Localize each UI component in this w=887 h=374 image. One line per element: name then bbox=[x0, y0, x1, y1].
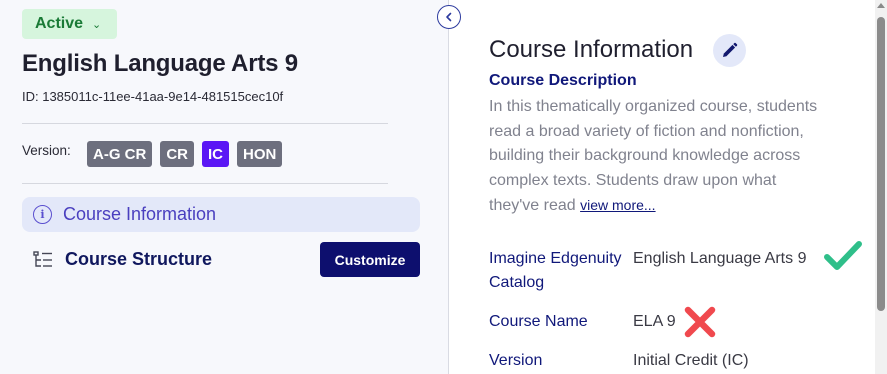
course-title: English Language Arts 9 bbox=[22, 50, 298, 77]
divider bbox=[22, 183, 388, 184]
field-label-course-name: Course Name bbox=[489, 313, 588, 330]
field-label-version: Version bbox=[489, 352, 543, 369]
field-label-catalog: Imagine Edgenuity Catalog bbox=[489, 250, 622, 291]
customize-button[interactable]: Customize bbox=[320, 242, 420, 277]
left-panel: Active ⌄ English Language Arts 9 ID: 138… bbox=[0, 0, 449, 374]
version-badge-cr[interactable]: CR bbox=[160, 141, 194, 167]
version-badge-ic[interactable]: IC bbox=[202, 141, 229, 167]
section-title: Course Information bbox=[489, 36, 694, 63]
field-value-catalog: English Language Arts 9 bbox=[633, 250, 807, 267]
collapse-panel-button[interactable] bbox=[437, 5, 461, 29]
scroll-up-arrow-icon[interactable] bbox=[877, 3, 885, 8]
field-value-version: Initial Credit (IC) bbox=[633, 352, 749, 369]
divider bbox=[22, 123, 388, 124]
version-label: Version: bbox=[22, 143, 71, 158]
view-more-link[interactable]: view more... bbox=[580, 197, 655, 213]
edit-button[interactable] bbox=[713, 34, 746, 67]
description-text: In this thematically organized course, s… bbox=[489, 95, 829, 219]
chevron-left-icon bbox=[446, 12, 452, 22]
pencil-icon bbox=[723, 42, 738, 57]
scrollbar[interactable] bbox=[875, 0, 887, 374]
tree-structure-icon bbox=[33, 250, 52, 267]
version-badge-hon[interactable]: HON bbox=[237, 141, 283, 167]
scrollbar-thumb[interactable] bbox=[877, 17, 885, 311]
nav-course-structure[interactable]: Course Structure bbox=[22, 242, 312, 277]
field-value-course-name: ELA 9 bbox=[633, 313, 676, 330]
cross-icon bbox=[684, 306, 716, 338]
status-dropdown[interactable]: Active ⌄ bbox=[22, 9, 117, 39]
check-icon bbox=[824, 241, 862, 270]
version-badges: A-G CR CR IC HON bbox=[87, 141, 283, 167]
course-id: ID: 1385011c-11ee-41aa-9e14-481515cec10f bbox=[22, 89, 284, 104]
chevron-down-icon: ⌄ bbox=[92, 19, 102, 31]
description-heading: Course Description bbox=[489, 72, 637, 89]
nav-course-information-label: Course Information bbox=[63, 204, 217, 224]
course-information-panel: Course Information Course Description In… bbox=[450, 0, 875, 374]
status-label: Active bbox=[35, 15, 84, 32]
nav-course-information[interactable]: i Course Information bbox=[22, 197, 420, 232]
info-icon: i bbox=[33, 205, 52, 224]
nav-course-structure-label: Course Structure bbox=[65, 249, 213, 269]
version-badge-agcr[interactable]: A-G CR bbox=[87, 141, 153, 167]
